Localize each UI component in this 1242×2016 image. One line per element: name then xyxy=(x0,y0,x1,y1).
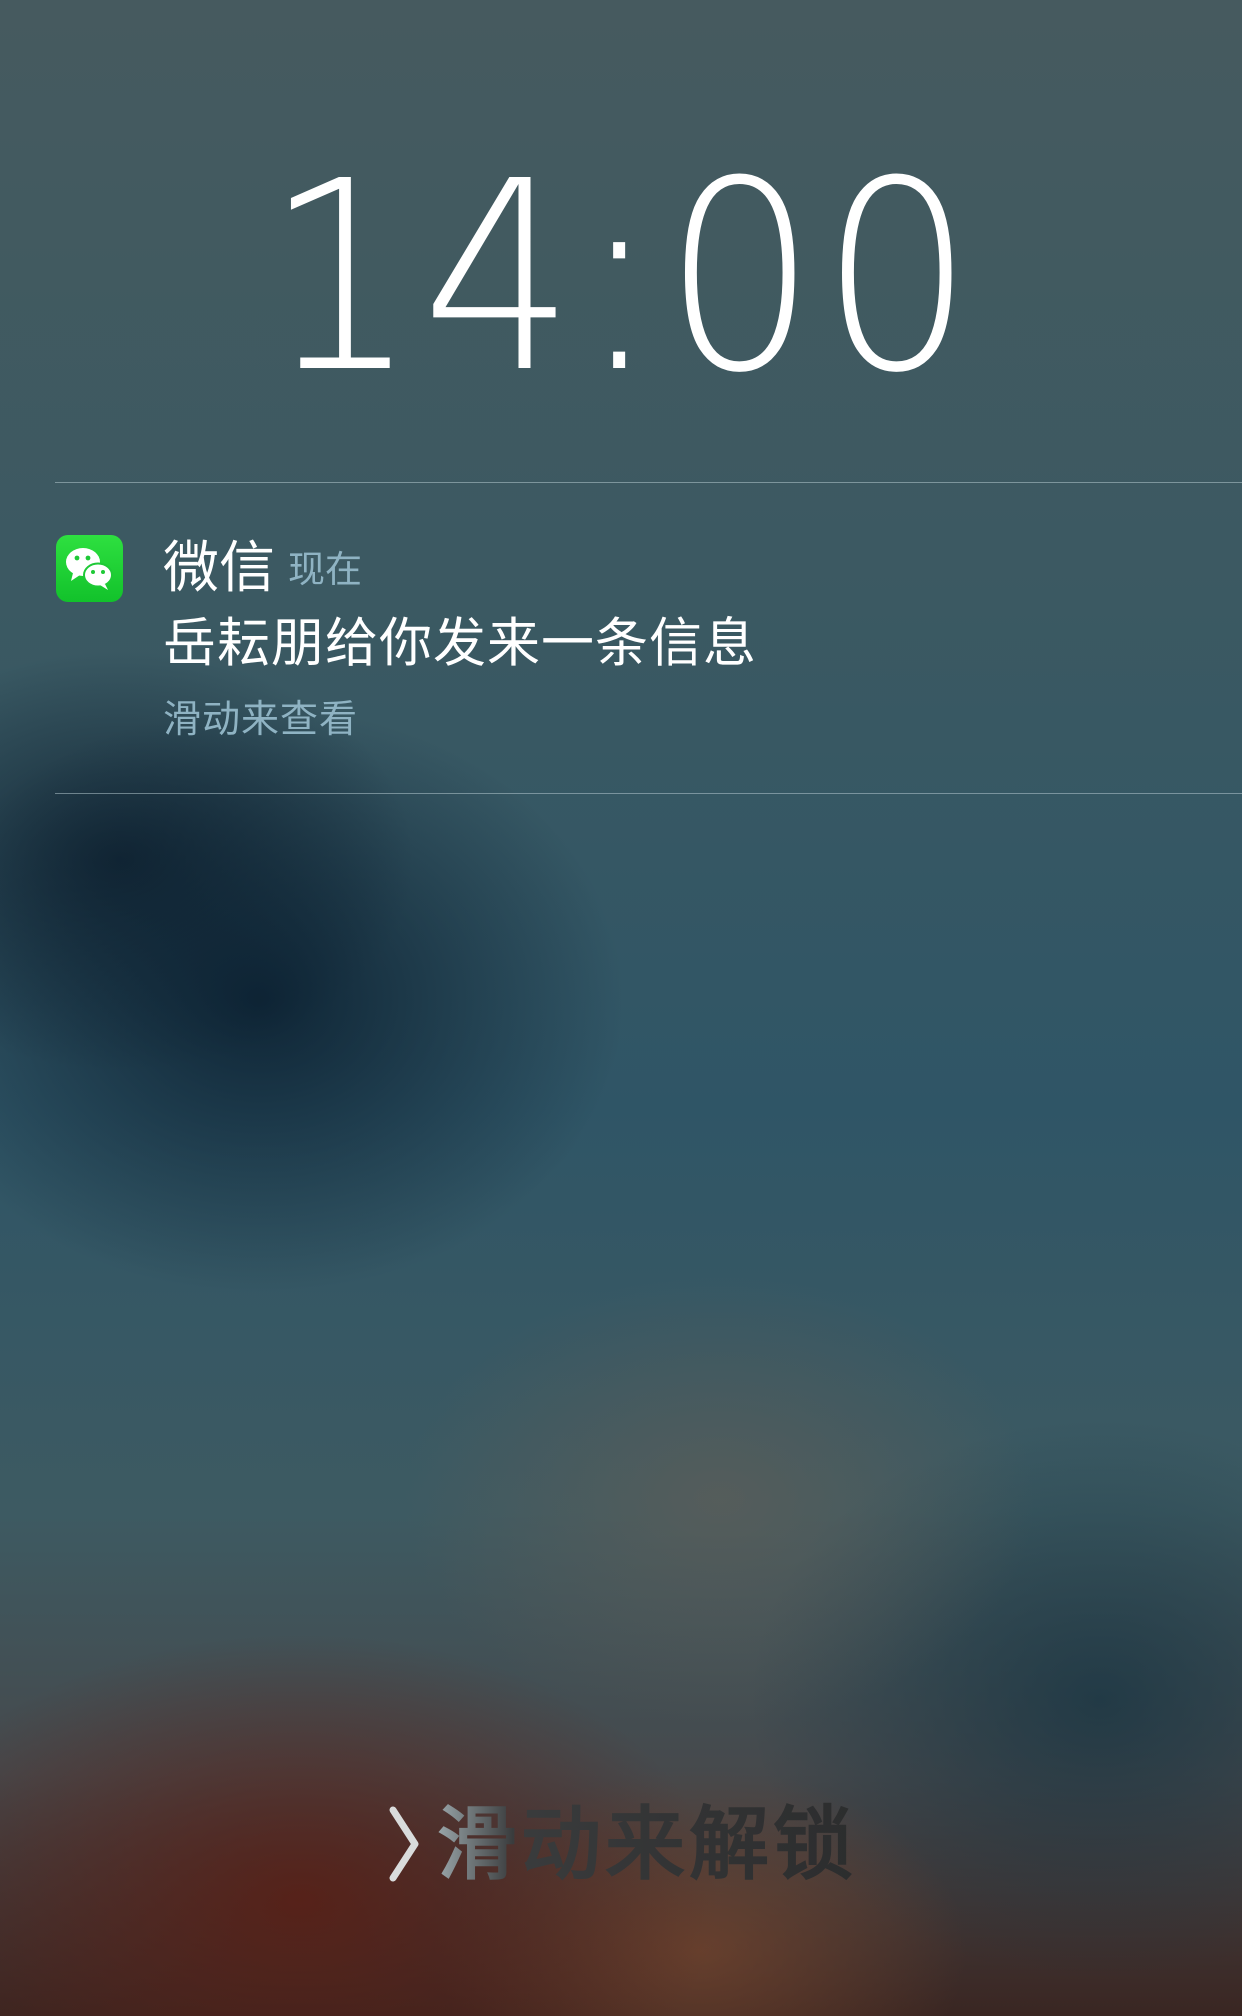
notification-bottom-divider xyxy=(55,793,1242,794)
wechat-icon xyxy=(56,535,123,602)
notification-app-name: 微信 xyxy=(163,536,275,601)
chevron-right-icon xyxy=(389,1806,419,1882)
notification-message: 岳耘朋给你发来一条信息 xyxy=(163,613,757,674)
notification-hint: 滑动来查看 xyxy=(163,697,359,741)
slide-to-unlock[interactable]: 滑动来解锁 xyxy=(0,1790,1242,1900)
clock-time: 14:00 xyxy=(264,125,978,430)
notification-timestamp: 现在 xyxy=(288,548,362,591)
notification-card[interactable]: 微信 现在 岳耘朋给你发来一条信息 滑动来查看 xyxy=(0,483,1242,793)
slide-to-unlock-label: 滑动来解锁 xyxy=(437,1790,857,1900)
